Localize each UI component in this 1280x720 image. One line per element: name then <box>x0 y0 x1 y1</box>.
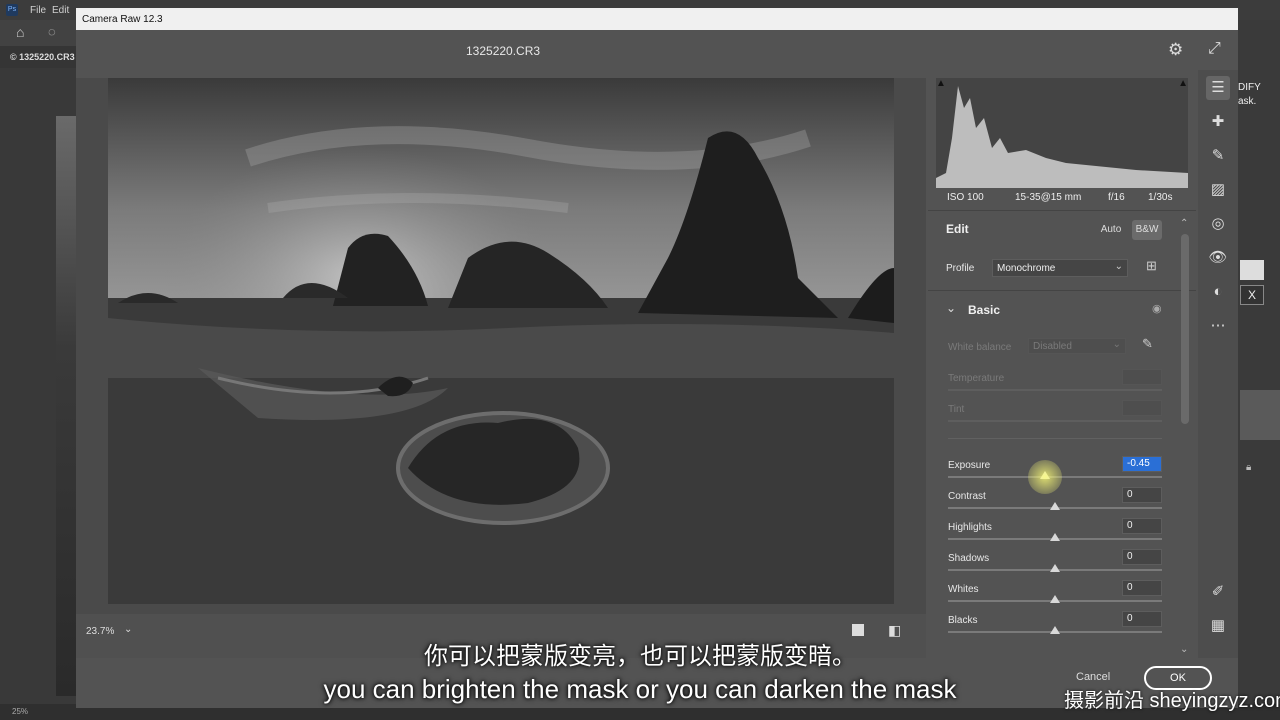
camera-raw-dialog: Camera Raw 12.3 ⚙ ⤢ 1325220.CR3 23.7% ⌄ … <box>76 8 1238 708</box>
edit-panel: ▲ ▲ ISO 100 15-35@15 mm f/16 1/30s Edit … <box>928 70 1196 658</box>
menu-file[interactable]: File <box>30 5 46 16</box>
preview-image[interactable] <box>108 78 894 604</box>
watermark: 摄影前沿 sheyingzyz.com <box>1064 690 1280 712</box>
red-eye-icon[interactable]: 👁︎ <box>1206 246 1230 270</box>
chevron-down-icon[interactable]: ⌄ <box>946 301 956 315</box>
tint-label: Tint <box>948 404 965 415</box>
slider-thumb[interactable] <box>1050 564 1060 572</box>
gradient-filter-icon[interactable]: ▨ <box>1206 178 1230 202</box>
aperture-value: f/16 <box>1108 192 1125 203</box>
slider-value-input[interactable]: 0 <box>1122 580 1162 596</box>
slider-value-input[interactable]: -0.45 <box>1122 456 1162 472</box>
chevron-down-icon: ⌄ <box>1114 261 1123 272</box>
tool-strip: ☰ ✚ ✎ ▨ ◎ 👁︎ ◐ ⋯ ✐ ▦ <box>1198 70 1238 658</box>
photoshop-canvas <box>0 68 78 708</box>
layer-thumbnail[interactable] <box>1240 390 1280 440</box>
zoom-status: 25% <box>12 707 29 716</box>
eye-icon[interactable]: ◉ <box>1152 302 1162 315</box>
presets-icon[interactable]: ◐ <box>1206 280 1230 304</box>
iso-value: ISO 100 <box>947 192 984 203</box>
bw-button[interactable]: B&W <box>1132 220 1162 240</box>
edit-sliders-icon[interactable]: ☰ <box>1206 76 1230 100</box>
document-tab[interactable]: © 1325220.CR3 <box>0 46 78 68</box>
white-balance-dropdown[interactable]: Disabled ⌄ <box>1028 338 1126 354</box>
mask-thumbnail[interactable] <box>1240 260 1264 280</box>
eyedropper-icon[interactable]: ✎ <box>1142 336 1153 352</box>
healing-icon[interactable]: ✚ <box>1206 110 1230 134</box>
temperature-label: Temperature <box>948 373 1005 384</box>
slider-label: Whites <box>948 584 979 595</box>
profile-dropdown[interactable]: Monochrome ⌄ <box>992 259 1128 277</box>
slider-label: Highlights <box>948 522 992 533</box>
preview-toggle-icon[interactable] <box>852 624 864 636</box>
white-balance-label: White balance <box>948 342 1012 353</box>
temperature-value[interactable] <box>1122 369 1162 385</box>
grid-icon[interactable]: ▦ <box>1206 614 1230 638</box>
panel-text: DIFY <box>1238 82 1261 93</box>
menu-edit[interactable]: Edit <box>52 5 69 16</box>
chevron-down-icon: ⌄ <box>1112 339 1121 350</box>
slider-label: Shadows <box>948 553 990 564</box>
tint-track[interactable] <box>948 420 1162 422</box>
divider <box>928 210 1196 211</box>
cursor-highlight <box>1028 460 1063 494</box>
slider-value-input[interactable]: 0 <box>1122 611 1162 627</box>
home-icon[interactable]: ⌂ <box>16 24 24 40</box>
tint-value[interactable] <box>1122 400 1162 416</box>
panel-text: ask. <box>1238 96 1257 107</box>
white-balance-value: Disabled <box>1033 341 1072 352</box>
panel-scrollbar[interactable]: ⌃ ⌄ <box>1180 218 1192 655</box>
divider <box>928 290 1196 291</box>
photoshop-right-panel: DIFY ask. X 🔒︎ <box>1238 20 1280 710</box>
profile-browser-icon[interactable]: ⊞ <box>1146 258 1157 274</box>
radial-filter-icon[interactable]: ◎ <box>1206 212 1230 236</box>
document-tab-label: © 1325220.CR3 <box>10 52 75 62</box>
temperature-track[interactable] <box>948 389 1162 391</box>
histogram: ▲ ▲ <box>936 78 1188 188</box>
profile-label: Profile <box>946 263 975 274</box>
edit-title: Edit <box>946 222 969 236</box>
slider-label: Contrast <box>948 491 986 502</box>
photoshop-logo-icon: Ps <box>6 4 18 16</box>
lock-icon[interactable]: 🔒︎ <box>1246 462 1251 473</box>
canvas-image-edge <box>56 116 78 696</box>
gear-icon[interactable]: ⚙ <box>1168 40 1183 60</box>
auto-button[interactable]: Auto <box>1098 220 1124 240</box>
lasso-icon[interactable]: ◌ <box>48 24 56 39</box>
close-icon[interactable]: X <box>1240 285 1264 305</box>
slider-value-input[interactable]: 0 <box>1122 487 1162 503</box>
divider <box>948 438 1162 439</box>
slider-label: Exposure <box>948 460 991 471</box>
lens-value: 15-35@15 mm <box>1015 192 1082 203</box>
color-sampler-icon[interactable]: ✐ <box>1206 580 1230 604</box>
subtitle-chinese: 你可以把蒙版变亮，也可以把蒙版变暗。 <box>424 643 856 670</box>
camera-raw-titlebar: Camera Raw 12.3 <box>76 8 1238 30</box>
highlight-clipping-icon[interactable]: ▲ <box>1178 78 1188 89</box>
brush-icon[interactable]: ✎ <box>1206 144 1230 168</box>
basic-title[interactable]: Basic <box>968 303 1000 317</box>
filename: 1325220.CR3 <box>466 44 541 58</box>
slider-thumb[interactable] <box>1050 502 1060 510</box>
slider-value-input[interactable]: 0 <box>1122 518 1162 534</box>
slider-thumb[interactable] <box>1050 533 1060 541</box>
slider-label: Blacks <box>948 615 978 626</box>
shutter-value: 1/30s <box>1148 192 1173 203</box>
tint-row: Tint <box>948 400 1162 435</box>
chevron-up-icon[interactable]: ⌃ <box>1180 218 1188 229</box>
slider-value-input[interactable]: 0 <box>1122 549 1162 565</box>
slider-thumb[interactable] <box>1050 626 1060 634</box>
shadow-clipping-icon[interactable]: ▲ <box>936 78 946 89</box>
window-title: Camera Raw 12.3 <box>82 14 163 25</box>
profile-value: Monochrome <box>997 263 1056 274</box>
slider-thumb[interactable] <box>1050 595 1060 603</box>
chevron-down-icon[interactable]: ⌄ <box>124 624 132 635</box>
fullscreen-icon[interactable]: ⤢ <box>1208 40 1221 58</box>
scrollbar-thumb[interactable] <box>1181 234 1189 424</box>
more-icon[interactable]: ⋯ <box>1206 314 1230 338</box>
